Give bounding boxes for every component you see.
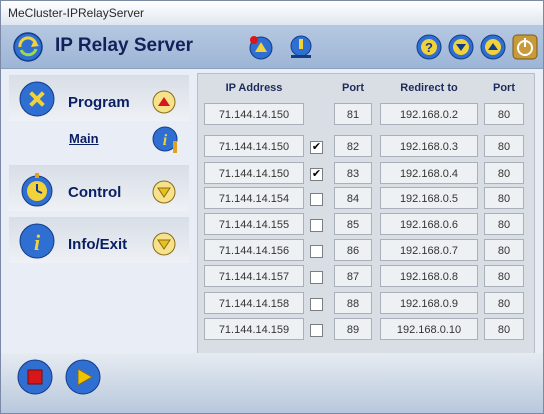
redirect-port-cell: 80 — [484, 292, 524, 314]
redirect-port-cell: 80 — [484, 187, 524, 209]
sidebar-subitem-main[interactable]: Main — [69, 131, 99, 146]
redirect-cell: 192.168.0.7 — [380, 239, 478, 261]
title-bar[interactable]: MeCluster-IPRelayServer — [1, 1, 543, 26]
globe-arrow-icon — [13, 32, 43, 62]
stopwatch-icon — [21, 173, 53, 207]
relay-table: IP Address Port Redirect to Port 71.144.… — [197, 73, 535, 355]
power-icon[interactable] — [511, 33, 539, 61]
port-cell: 82 — [334, 135, 372, 157]
column-header-redirect-port: Port — [493, 82, 515, 94]
row-enable-checkbox[interactable] — [310, 324, 323, 337]
port-cell: 86 — [334, 239, 372, 261]
redirect-port-cell: 80 — [484, 318, 524, 340]
port-cell: 89 — [334, 318, 372, 340]
sidebar-item-control[interactable]: Control — [9, 165, 189, 211]
help-icon[interactable]: ? — [415, 33, 443, 61]
port-cell: 85 — [334, 213, 372, 235]
redirect-port-cell: 80 — [484, 135, 524, 157]
redirect-cell: 192.168.0.8 — [380, 265, 478, 287]
redirect-port-cell: 80 — [484, 239, 524, 261]
redirect-cell: 192.168.0.9 — [380, 292, 478, 314]
column-header-redirect: Redirect to — [400, 82, 458, 94]
chevron-down-icon[interactable] — [151, 231, 177, 257]
ip-address-cell: 71.144.14.159 — [204, 318, 304, 340]
arrow-down-icon[interactable] — [447, 33, 475, 61]
sidebar-item-label: Control — [68, 184, 122, 201]
info-icon: i — [19, 223, 55, 259]
row-enable-checkbox[interactable] — [310, 298, 323, 311]
redirect-cell: 192.168.0.3 — [380, 135, 478, 157]
play-button[interactable] — [65, 359, 101, 395]
ip-address-cell: 71.144.14.150 — [204, 162, 304, 184]
port-cell: 84 — [334, 187, 372, 209]
redirect-cell: 192.168.0.5 — [380, 187, 478, 209]
port-cell: 81 — [334, 103, 372, 125]
svg-text:?: ? — [425, 40, 433, 55]
ip-address-cell: 71.144.14.156 — [204, 239, 304, 261]
ip-address-cell: 71.144.14.158 — [204, 292, 304, 314]
sidebar-item-program[interactable]: Program — [9, 75, 189, 121]
column-header-port: Port — [342, 82, 364, 94]
row-enable-checkbox[interactable]: ✔ — [310, 141, 323, 154]
network-connect-icon[interactable] — [247, 33, 275, 61]
redirect-port-cell: 80 — [484, 162, 524, 184]
app-header: IP Relay Server ? — [1, 26, 543, 69]
ip-address-cell: 71.144.14.157 — [204, 265, 304, 287]
row-enable-checkbox[interactable] — [310, 271, 323, 284]
ip-address-cell: 71.144.14.155 — [204, 213, 304, 235]
chevron-down-icon[interactable] — [151, 179, 177, 205]
redirect-cell: 192.168.0.2 — [380, 103, 478, 125]
redirect-port-cell: 80 — [484, 213, 524, 235]
ip-address-cell: 71.144.14.150 — [204, 135, 304, 157]
ip-address-cell: 71.144.14.150 — [204, 103, 304, 125]
footer-toolbar — [1, 353, 543, 413]
row-enable-checkbox[interactable] — [310, 219, 323, 232]
row-enable-checkbox[interactable]: ✔ — [310, 168, 323, 181]
sidebar-item-info-exit[interactable]: i Info/Exit — [9, 217, 189, 263]
svg-text:i: i — [34, 230, 41, 255]
chevron-up-icon[interactable] — [151, 89, 177, 115]
port-cell: 88 — [334, 292, 372, 314]
redirect-cell: 192.168.0.6 — [380, 213, 478, 235]
redirect-cell: 192.168.0.4 — [380, 162, 478, 184]
column-header-ip: IP Address — [225, 82, 283, 94]
window-title: MeCluster-IPRelayServer — [8, 6, 145, 20]
app-window: MeCluster-IPRelayServer IP Relay Server … — [0, 0, 544, 414]
redirect-cell: 192.168.0.10 — [380, 318, 478, 340]
stop-button[interactable] — [17, 359, 53, 395]
port-cell: 83 — [334, 162, 372, 184]
redirect-port-cell: 80 — [484, 103, 524, 125]
svg-text:i: i — [163, 132, 168, 149]
sidebar: Program Main i Control i Info/Exit — [9, 73, 189, 353]
tools-icon — [19, 81, 55, 117]
port-cell: 87 — [334, 265, 372, 287]
redirect-port-cell: 80 — [484, 265, 524, 287]
info-pencil-icon[interactable]: i — [151, 125, 181, 155]
row-enable-checkbox[interactable] — [310, 193, 323, 206]
ip-address-cell: 71.144.14.154 — [204, 187, 304, 209]
page-title: IP Relay Server — [55, 35, 194, 56]
row-enable-checkbox[interactable] — [310, 245, 323, 258]
network-download-icon[interactable] — [287, 33, 315, 61]
sidebar-item-label: Info/Exit — [68, 236, 128, 253]
sidebar-item-label: Program — [68, 94, 130, 111]
arrow-up-icon[interactable] — [479, 33, 507, 61]
